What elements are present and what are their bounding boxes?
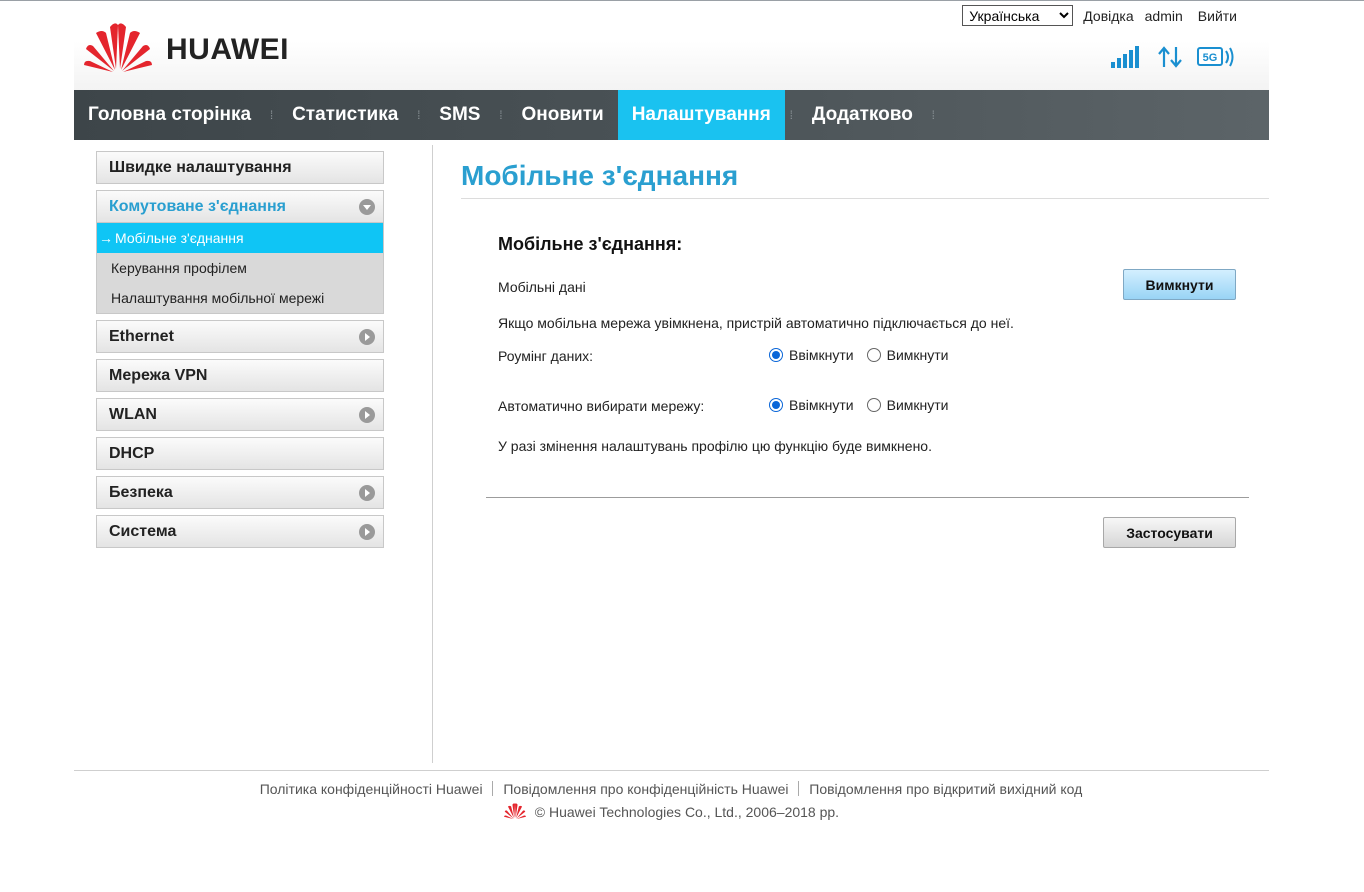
nav-home[interactable]: Головна сторінка	[74, 90, 265, 140]
mobile-data-label: Мобільні дані	[498, 279, 586, 295]
data-transfer-icon	[1158, 46, 1182, 68]
sidebar-item-label: Комутоване з'єднання	[109, 197, 286, 215]
privacy-notice-link[interactable]: Повідомлення про конфіденційність Huawei	[503, 781, 788, 797]
sidebar-item-system[interactable]: Система	[96, 515, 384, 548]
profile-note: У разі змінення налаштувань профілю цю ф…	[498, 438, 932, 454]
roaming-on-label[interactable]: Ввімкнути	[789, 347, 854, 363]
footer-separator	[492, 781, 494, 796]
nav-settings[interactable]: Налаштування	[617, 90, 785, 140]
nav-sms[interactable]: SMS	[425, 90, 494, 140]
copyright-text: © Huawei Technologies Co., Ltd., 2006–20…	[534, 804, 840, 820]
main-nav: Головна сторінка ⁞ Статистика ⁞ SMS ⁞ Он…	[74, 90, 1269, 140]
sidebar-item-label: DHCP	[109, 444, 155, 462]
sidebar-item-label: Мережа VPN	[109, 366, 208, 384]
sidebar-subitem-label: Керування профілем	[111, 260, 247, 276]
content-rule	[486, 497, 1249, 498]
chevron-right-icon	[359, 329, 375, 345]
sidebar-subitem-label: Налаштування мобільної мережі	[111, 290, 325, 306]
sidebar-item-security[interactable]: Безпека	[96, 476, 384, 509]
sidebar-subitem-mobile-network-settings[interactable]: Налаштування мобільної мережі	[97, 283, 383, 313]
nav-update[interactable]: Оновити	[507, 90, 617, 140]
title-divider	[461, 198, 1269, 199]
signal-strength-icon	[1111, 46, 1139, 68]
top-links: Українська Довідка admin Вийти	[962, 5, 1237, 26]
nav-statistics[interactable]: Статистика	[278, 90, 412, 140]
nav-separator: ⁞	[417, 108, 421, 122]
privacy-policy-link[interactable]: Політика конфіденційності Huawei	[260, 781, 483, 797]
sidebar-submenu-dialup: → Мобільне з'єднання Керування профілем …	[96, 223, 384, 314]
roaming-off-radio[interactable]	[866, 348, 881, 362]
chevron-down-icon	[359, 199, 375, 215]
footer-copyright: © Huawei Technologies Co., Ltd., 2006–20…	[0, 802, 1342, 820]
auto-network-off-label[interactable]: Вимкнути	[887, 397, 949, 413]
auto-network-label: Автоматично вибирати мережу:	[498, 398, 705, 414]
auto-network-radio-group: Ввімкнути Вимкнути	[769, 397, 961, 413]
sidebar-item-label: Безпека	[109, 483, 173, 501]
nav-separator: ⁞	[931, 108, 935, 122]
logout-link[interactable]: Вийти	[1198, 8, 1237, 24]
roaming-off-label[interactable]: Вимкнути	[887, 347, 949, 363]
header: HUAWEI Українська Довідка admin Вийти 5G	[74, 1, 1269, 90]
sidebar-item-quick-setup[interactable]: Швидке налаштування	[96, 151, 384, 184]
sidebar-item-label: Система	[109, 522, 177, 540]
sidebar-item-label: WLAN	[109, 405, 157, 423]
auto-network-on-radio[interactable]	[769, 398, 783, 412]
nav-separator: ⁞	[269, 108, 274, 122]
roaming-label: Роумінг даних:	[498, 348, 594, 364]
sidebar-item-ethernet[interactable]: Ethernet	[96, 320, 384, 353]
chevron-right-icon	[359, 524, 375, 540]
network-badge-label: 5G	[1203, 52, 1218, 64]
mobile-data-note: Якщо мобільна мережа увімкнена, пристрій…	[498, 315, 1014, 331]
sidebar-item-wlan[interactable]: WLAN	[96, 398, 384, 431]
section-title: Мобільне з'єднання:	[498, 234, 683, 254]
sidebar-item-label: Швидке налаштування	[109, 158, 292, 176]
apply-button[interactable]: Застосувати	[1103, 517, 1236, 548]
huawei-flower-icon	[84, 23, 152, 72]
open-source-notice-link[interactable]: Повідомлення про відкритий вихідний код	[809, 781, 1082, 797]
status-icons: 5G	[1111, 45, 1235, 69]
page-title: Мобільне з'єднання	[461, 160, 739, 191]
nav-separator: ⁞	[499, 108, 503, 122]
sidebar: Швидке налаштування Комутоване з'єднання…	[96, 151, 384, 554]
sidebar-item-label: Ethernet	[109, 327, 174, 345]
footer-divider	[74, 770, 1269, 771]
sidebar-subitem-profile-management[interactable]: Керування профілем	[97, 253, 383, 283]
sidebar-item-dhcp[interactable]: DHCP	[96, 437, 384, 470]
language-select[interactable]: Українська	[962, 5, 1074, 26]
sidebar-subitem-mobile-connection[interactable]: → Мобільне з'єднання	[97, 223, 383, 253]
huawei-flower-icon	[503, 803, 526, 820]
nav-advanced[interactable]: Додатково	[798, 90, 927, 140]
help-link[interactable]: Довідка	[1083, 8, 1133, 24]
arrow-right-icon: →	[99, 230, 113, 246]
mobile-data-toggle-button[interactable]: Вимкнути	[1123, 269, 1236, 300]
content-divider	[432, 145, 433, 763]
user-link[interactable]: admin	[1145, 8, 1183, 24]
auto-network-on-label[interactable]: Ввімкнути	[789, 397, 854, 413]
chevron-right-icon	[359, 485, 375, 501]
roaming-radio-group: Ввімкнути Вимкнути	[769, 347, 961, 363]
chevron-right-icon	[359, 407, 375, 423]
footer-separator	[798, 781, 800, 796]
footer-links: Політика конфіденційності Huawei Повідом…	[0, 781, 1342, 797]
sidebar-subitem-label: Мобільне з'єднання	[115, 230, 244, 246]
sidebar-item-dialup[interactable]: Комутоване з'єднання	[96, 190, 384, 223]
roaming-on-radio[interactable]	[769, 348, 783, 362]
auto-network-off-radio[interactable]	[866, 398, 881, 412]
nav-separator: ⁞	[789, 108, 794, 122]
huawei-logo: HUAWEI	[82, 19, 312, 75]
sidebar-item-vpn[interactable]: Мережа VPN	[96, 359, 384, 392]
network-5g-icon: 5G	[1197, 47, 1234, 67]
brand-name: HUAWEI	[166, 33, 289, 66]
